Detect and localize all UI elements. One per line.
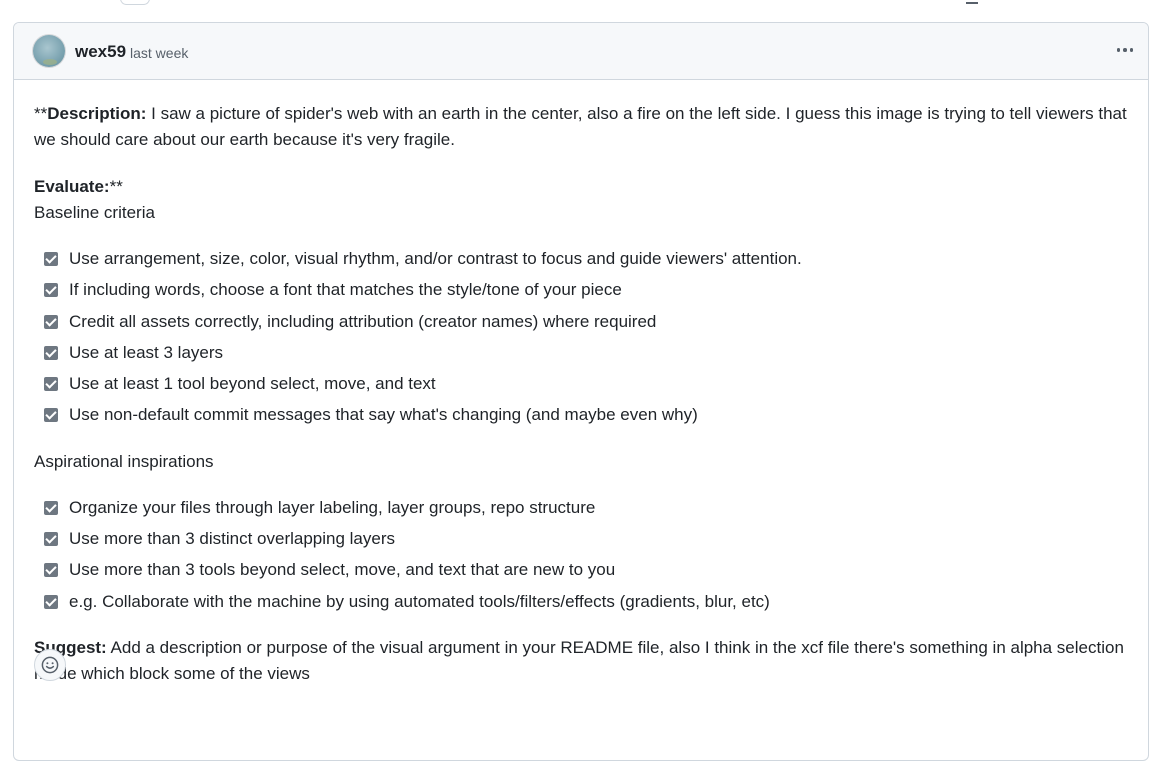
top-strip xyxy=(0,0,1172,22)
task-label: Use non-default commit messages that say… xyxy=(69,405,698,424)
task-item: Use arrangement, size, color, visual rhy… xyxy=(44,248,802,270)
author-name[interactable]: wex59 xyxy=(75,42,126,62)
task-item: If including words, choose a font that m… xyxy=(44,279,622,301)
task-item: Use non-default commit messages that say… xyxy=(44,404,698,426)
top-right-fragment xyxy=(966,0,978,4)
task-label: e.g. Collaborate with the machine by usi… xyxy=(69,592,770,611)
checkbox-checked-icon[interactable] xyxy=(44,346,58,360)
task-label: Organize your files through layer labeli… xyxy=(69,498,596,517)
suggest-paragraph: Suggest: Add a description or purpose of… xyxy=(34,635,1130,687)
add-reaction-button[interactable] xyxy=(34,649,66,681)
checkbox-checked-icon[interactable] xyxy=(44,563,58,577)
task-label: Use more than 3 tools beyond select, mov… xyxy=(69,560,616,579)
description-text: I saw a picture of spider's web with an … xyxy=(34,104,1127,149)
avatar[interactable] xyxy=(33,35,65,67)
aspirational-heading: Aspirational inspirations xyxy=(34,452,214,471)
task-item: Organize your files through layer labeli… xyxy=(44,497,595,519)
smiley-icon xyxy=(41,656,59,674)
task-item: Use more than 3 tools beyond select, mov… xyxy=(44,559,615,581)
suggest-text: Add a description or purpose of the visu… xyxy=(34,638,1124,683)
task-label: Use more than 3 distinct overlapping lay… xyxy=(69,529,395,548)
task-label: Use at least 1 tool beyond select, move,… xyxy=(69,374,436,393)
task-label: Use arrangement, size, color, visual rhy… xyxy=(69,249,802,268)
checkbox-checked-icon[interactable] xyxy=(44,252,58,266)
description-prefix: ** xyxy=(34,104,48,123)
task-item: Use at least 3 layers xyxy=(44,342,223,364)
checkbox-checked-icon[interactable] xyxy=(44,532,58,546)
task-label: If including words, choose a font that m… xyxy=(69,280,622,299)
top-left-fragment xyxy=(120,0,150,5)
kebab-horizontal-icon[interactable] xyxy=(1114,41,1136,59)
task-item: e.g. Collaborate with the machine by usi… xyxy=(44,591,770,613)
checkbox-checked-icon[interactable] xyxy=(44,377,58,391)
task-item: Credit all assets correctly, including a… xyxy=(44,311,656,333)
evaluate-line: Evaluate:** xyxy=(34,174,1130,200)
comment-header: wex59 last week xyxy=(14,23,1148,80)
evaluate-suffix: ** xyxy=(109,177,123,196)
evaluate-label: Evaluate: xyxy=(34,177,110,196)
baseline-heading: Baseline criteria xyxy=(34,203,155,222)
description-label: Description: xyxy=(47,104,147,123)
checkbox-checked-icon[interactable] xyxy=(44,408,58,422)
task-item: Use at least 1 tool beyond select, move,… xyxy=(44,373,436,395)
task-label: Credit all assets correctly, including a… xyxy=(69,312,657,331)
checkbox-checked-icon[interactable] xyxy=(44,283,58,297)
task-label: Use at least 3 layers xyxy=(69,343,224,362)
checkbox-checked-icon[interactable] xyxy=(44,501,58,515)
description-paragraph: **Description: I saw a picture of spider… xyxy=(34,101,1130,153)
checkbox-checked-icon[interactable] xyxy=(44,315,58,329)
comment-timestamp[interactable]: last week xyxy=(130,44,188,62)
task-item: Use more than 3 distinct overlapping lay… xyxy=(44,528,395,550)
checkbox-checked-icon[interactable] xyxy=(44,595,58,609)
comment-card: wex59 last week **Description: I saw a p… xyxy=(13,22,1149,761)
